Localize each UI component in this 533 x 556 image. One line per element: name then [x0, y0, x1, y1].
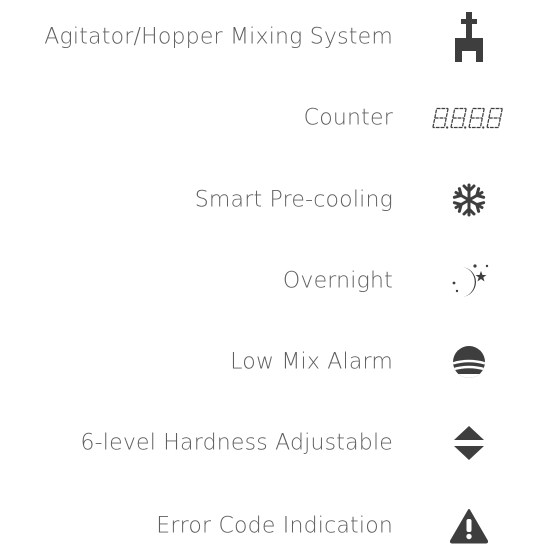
snowflake-icon	[431, 173, 507, 227]
feature-list: Agitator/Hopper Mixing System Counter Sm…	[0, 0, 533, 549]
feature-row-agitator: Agitator/Hopper Mixing System	[0, 7, 533, 67]
segment-counter-icon	[431, 91, 507, 145]
warning-triangle-icon	[431, 499, 507, 553]
feature-row-counter: Counter	[0, 88, 533, 148]
agitator-icon	[431, 10, 507, 64]
feature-row-error-code: Error Code Indication	[0, 496, 533, 556]
feature-row-precooling: Smart Pre-cooling	[0, 170, 533, 230]
counter-digit	[450, 107, 467, 129]
counter-digit	[486, 107, 503, 129]
feature-row-low-mix-alarm: Low Mix Alarm	[0, 332, 533, 392]
feature-label-error-code: Error Code Indication	[156, 513, 393, 539]
counter-digit	[432, 107, 449, 129]
feature-label-counter: Counter	[303, 105, 393, 131]
feature-label-precooling: Smart Pre-cooling	[194, 187, 393, 213]
feature-label-hardness: 6-level Hardness Adjustable	[80, 430, 393, 456]
counter-digit	[468, 107, 485, 129]
moon-stars-icon	[431, 254, 507, 308]
feature-row-hardness: 6-level Hardness Adjustable	[0, 413, 533, 473]
low-mix-alarm-icon	[431, 335, 507, 389]
feature-label-agitator: Agitator/Hopper Mixing System	[44, 24, 393, 50]
up-down-arrows-icon	[431, 416, 507, 470]
feature-label-overnight: Overnight	[282, 268, 393, 294]
feature-row-overnight: Overnight	[0, 251, 533, 311]
feature-label-low-mix-alarm: Low Mix Alarm	[230, 349, 393, 375]
